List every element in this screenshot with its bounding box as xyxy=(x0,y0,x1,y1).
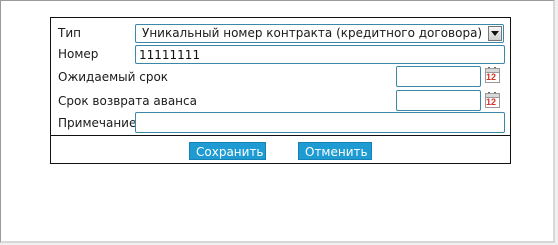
calendar-day-number: 12 xyxy=(486,97,497,107)
save-button[interactable]: Сохранить xyxy=(189,142,266,160)
number-input[interactable] xyxy=(135,45,505,64)
type-label: Тип xyxy=(58,26,81,40)
expected-term-label: Ожидаемый срок xyxy=(58,70,169,84)
advance-return-label: Срок возврата аванса xyxy=(58,94,197,108)
note-input[interactable] xyxy=(135,112,505,133)
window-frame: Тип Уникальный номер контракта (кредитно… xyxy=(0,0,555,243)
advance-return-input[interactable] xyxy=(396,90,481,111)
calendar-icon[interactable]: 12 xyxy=(484,92,501,109)
chevron-down-icon[interactable] xyxy=(488,26,502,41)
edit-dialog: Тип Уникальный номер контракта (кредитно… xyxy=(50,17,511,164)
type-select-value: Уникальный номер контракта (кредитного д… xyxy=(142,26,483,40)
number-label: Номер xyxy=(58,47,99,61)
cancel-button[interactable]: Отменить xyxy=(298,142,372,160)
calendar-icon[interactable]: 12 xyxy=(484,67,501,84)
type-select[interactable]: Уникальный номер контракта (кредитного д… xyxy=(135,24,504,43)
expected-term-input[interactable] xyxy=(396,66,481,87)
divider xyxy=(51,135,510,136)
note-label: Примечание xyxy=(58,116,137,130)
calendar-day-number: 12 xyxy=(486,72,497,82)
